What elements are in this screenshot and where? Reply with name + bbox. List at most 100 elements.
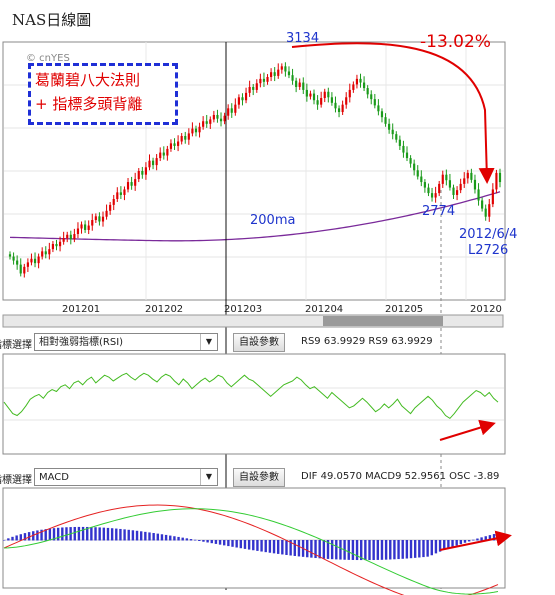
candle-body [398, 139, 401, 146]
osc-bar [164, 534, 168, 541]
osc-bar [285, 540, 288, 555]
candle-body [26, 262, 29, 267]
osc-bar [401, 540, 404, 559]
candle-body [119, 192, 122, 195]
candle-body [244, 92, 248, 101]
candle-body [37, 256, 40, 264]
osc-bar [239, 540, 243, 549]
candle-body [159, 152, 162, 159]
osc-bar [185, 538, 189, 541]
macd-indicator-select[interactable]: MACD ▼ [34, 468, 218, 486]
candle-body [180, 135, 183, 142]
candle-body [248, 86, 251, 93]
osc-bar [330, 540, 334, 560]
candle-body [298, 82, 301, 87]
change-label: -13.02% [420, 32, 491, 52]
osc-bar [247, 540, 251, 550]
candle-body [295, 80, 298, 87]
osc-bar [376, 540, 380, 560]
osc-bar [418, 540, 421, 558]
low-value-label: L2726 [468, 243, 508, 258]
rsi-toolbar: 指標選擇 相對強弱指標(RSI) ▼ 自設參數 RS9 63.9929 RS9 … [0, 333, 555, 355]
osc-bar [139, 531, 143, 541]
candle-body [284, 66, 287, 72]
osc-bar [156, 533, 159, 541]
osc-bar [15, 535, 18, 541]
candle-body [223, 115, 226, 122]
candle-body [48, 249, 51, 255]
osc-bar [455, 540, 458, 546]
osc-bar [73, 526, 76, 541]
candle-body [363, 82, 366, 89]
macd-readout: DIF 49.0570 MACD9 52.9561 OSC -3.89 [301, 471, 500, 482]
candle-body [391, 129, 394, 135]
osc-bar [119, 528, 122, 541]
rsi-readout: RS9 63.9929 RS9 63.9929 [301, 336, 433, 347]
candle-body [219, 118, 223, 122]
rsi-indicator-select[interactable]: 相對強弱指標(RSI) ▼ [34, 333, 218, 351]
candle-body [55, 243, 58, 247]
candle-body [452, 187, 455, 195]
candle-body [334, 102, 337, 109]
osc-bar [364, 540, 367, 561]
candle-body [270, 72, 273, 78]
candle-body [302, 82, 305, 90]
candle-body [44, 251, 47, 255]
osc-bar [98, 527, 101, 541]
osc-bar [339, 540, 342, 560]
macd-settings-button[interactable]: 自設參數 [233, 468, 285, 487]
candle-body [262, 78, 266, 82]
osc-bar [409, 540, 413, 559]
osc-bar [480, 537, 483, 541]
candle-body [51, 243, 55, 250]
osc-bar [318, 540, 321, 559]
osc-bar [384, 540, 388, 560]
annotation-line-1: 葛蘭碧八大法則 [35, 71, 141, 89]
osc-bar [281, 540, 284, 555]
scrollbar-thumb[interactable] [323, 316, 443, 326]
candle-body [384, 117, 387, 124]
candle-body [366, 88, 369, 95]
candle-body [184, 135, 187, 140]
osc-bar [306, 540, 309, 558]
candle-body [473, 179, 477, 190]
candle-body [277, 69, 280, 76]
candle-body [69, 234, 72, 240]
osc-bar [272, 540, 276, 554]
candle-body [84, 224, 87, 230]
osc-bar [422, 540, 425, 558]
candle-body [434, 193, 437, 198]
candle-body [162, 152, 165, 156]
candle-body [273, 72, 276, 76]
candle-body [116, 192, 119, 200]
candle-body [470, 172, 473, 180]
candle-body [459, 183, 462, 191]
osc-bar [347, 540, 350, 560]
candle-body [305, 89, 308, 97]
osc-bar [459, 540, 463, 545]
osc-bar [3, 540, 6, 541]
candle-body [123, 189, 126, 195]
candle-body [416, 170, 419, 177]
candle-body [234, 104, 237, 113]
macd-indicator-value: MACD [39, 472, 69, 483]
osc-bar [115, 528, 118, 541]
rsi-settings-button[interactable]: 自設參數 [233, 333, 285, 352]
osc-bar [467, 540, 471, 542]
candle-body [330, 97, 333, 103]
month-label: 20120 [470, 304, 502, 315]
osc-bar [77, 526, 81, 541]
candle-body [58, 241, 62, 247]
candle-body [177, 141, 180, 146]
candle-body [137, 171, 140, 180]
osc-bar [231, 540, 234, 547]
osc-bar [310, 540, 313, 558]
candle-body [341, 104, 344, 113]
candle-body [259, 78, 262, 84]
osc-bar [463, 540, 467, 543]
candle-body [484, 208, 487, 217]
candle-body [198, 126, 201, 133]
candle-body [348, 89, 351, 98]
osc-bar [351, 540, 355, 560]
osc-bar [110, 528, 114, 541]
